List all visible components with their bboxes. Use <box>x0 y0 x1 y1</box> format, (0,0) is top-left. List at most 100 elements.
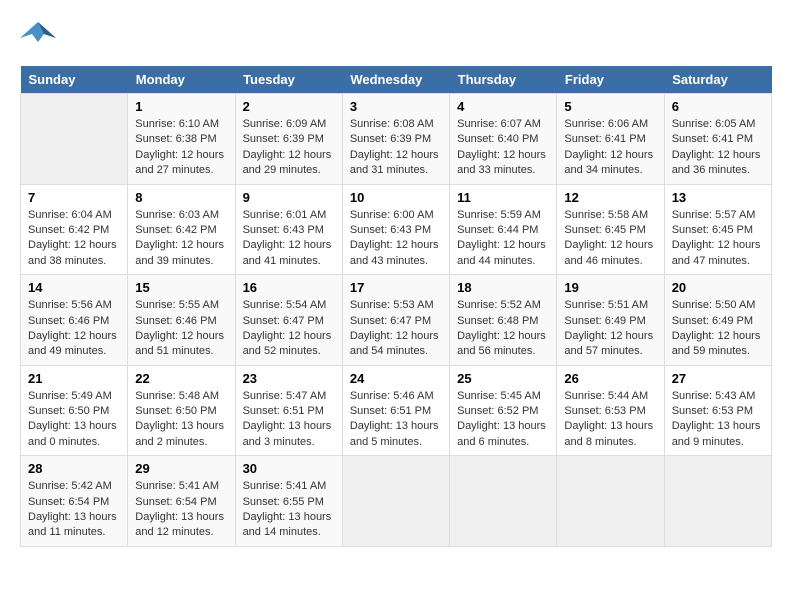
day-info: Sunrise: 5:47 AM Sunset: 6:51 PM Dayligh… <box>243 389 335 451</box>
day-header-sunday: Sunday <box>21 66 128 94</box>
calendar-cell: 28 Sunrise: 5:42 AM Sunset: 6:54 PM Dayli… <box>21 456 128 547</box>
calendar-week-3: 14Sunrise: 5:56 AM Sunset: 6:46 PM Dayli… <box>21 275 772 366</box>
calendar-cell: 9 Sunrise: 6:01 AM Sunset: 6:43 PM Daylig… <box>235 184 342 275</box>
day-number: 23 <box>243 371 335 386</box>
day-info: Sunrise: 6:09 AM Sunset: 6:39 PM Dayligh… <box>243 117 335 179</box>
calendar-week-5: 28 Sunrise: 5:42 AM Sunset: 6:54 PM Dayli… <box>21 456 772 547</box>
day-number: 19 <box>564 280 656 295</box>
calendar-cell: 18 Sunrise: 5:52 AM Sunset: 6:48 PM Dayli… <box>450 275 557 366</box>
calendar-week-1: 1 Sunrise: 6:10 AM Sunset: 6:38 PM Daylig… <box>21 94 772 185</box>
day-number: 18 <box>457 280 549 295</box>
day-info: Sunrise: 6:07 AM Sunset: 6:40 PM Dayligh… <box>457 117 549 179</box>
day-info: Sunrise: 5:58 AM Sunset: 6:45 PM Dayligh… <box>564 208 656 270</box>
calendar-table: SundayMondayTuesdayWednesdayThursdayFrid… <box>20 66 772 547</box>
calendar-header-row: SundayMondayTuesdayWednesdayThursdayFrid… <box>21 66 772 94</box>
day-header-tuesday: Tuesday <box>235 66 342 94</box>
calendar-cell: 3 Sunrise: 6:08 AM Sunset: 6:39 PM Daylig… <box>342 94 449 185</box>
calendar-cell: 1 Sunrise: 6:10 AM Sunset: 6:38 PM Daylig… <box>128 94 235 185</box>
day-info: Sunrise: 5:41 AM Sunset: 6:54 PM Dayligh… <box>135 479 227 541</box>
day-number: 30 <box>243 461 335 476</box>
day-info: Sunrise: 5:57 AM Sunset: 6:45 PM Dayligh… <box>672 208 764 270</box>
calendar-cell: 16 Sunrise: 5:54 AM Sunset: 6:47 PM Dayli… <box>235 275 342 366</box>
calendar-cell: 25 Sunrise: 5:45 AM Sunset: 6:52 PM Dayli… <box>450 365 557 456</box>
day-info: Sunrise: 5:53 AM Sunset: 6:47 PM Dayligh… <box>350 298 442 360</box>
calendar-cell <box>450 456 557 547</box>
day-info: Sunrise: 5:52 AM Sunset: 6:48 PM Dayligh… <box>457 298 549 360</box>
calendar-cell: 26Sunrise: 5:44 AM Sunset: 6:53 PM Dayli… <box>557 365 664 456</box>
day-number: 28 <box>28 461 120 476</box>
calendar-cell: 19 Sunrise: 5:51 AM Sunset: 6:49 PM Dayli… <box>557 275 664 366</box>
calendar-cell: 15 Sunrise: 5:55 AM Sunset: 6:46 PM Dayli… <box>128 275 235 366</box>
calendar-cell: 27 Sunrise: 5:43 AM Sunset: 6:53 PM Dayli… <box>664 365 771 456</box>
day-number: 15 <box>135 280 227 295</box>
day-info: Sunrise: 5:56 AM Sunset: 6:46 PM Dayligh… <box>28 298 120 360</box>
day-info: Sunrise: 5:50 AM Sunset: 6:49 PM Dayligh… <box>672 298 764 360</box>
calendar-cell: 20 Sunrise: 5:50 AM Sunset: 6:49 PM Dayli… <box>664 275 771 366</box>
day-info: Sunrise: 6:10 AM Sunset: 6:38 PM Dayligh… <box>135 117 227 179</box>
day-info: Sunrise: 5:43 AM Sunset: 6:53 PM Dayligh… <box>672 389 764 451</box>
day-number: 1 <box>135 99 227 114</box>
calendar-cell <box>21 94 128 185</box>
day-number: 25 <box>457 371 549 386</box>
calendar-cell: 21 Sunrise: 5:49 AM Sunset: 6:50 PM Dayli… <box>21 365 128 456</box>
day-info: Sunrise: 5:42 AM Sunset: 6:54 PM Dayligh… <box>28 479 120 541</box>
day-number: 27 <box>672 371 764 386</box>
day-info: Sunrise: 6:04 AM Sunset: 6:42 PM Dayligh… <box>28 208 120 270</box>
logo-icon <box>20 20 56 50</box>
day-header-saturday: Saturday <box>664 66 771 94</box>
day-number: 8 <box>135 190 227 205</box>
day-header-thursday: Thursday <box>450 66 557 94</box>
calendar-cell: 30Sunrise: 5:41 AM Sunset: 6:55 PM Dayli… <box>235 456 342 547</box>
day-number: 21 <box>28 371 120 386</box>
day-info: Sunrise: 6:08 AM Sunset: 6:39 PM Dayligh… <box>350 117 442 179</box>
calendar-cell: 13 Sunrise: 5:57 AM Sunset: 6:45 PM Dayli… <box>664 184 771 275</box>
day-number: 29 <box>135 461 227 476</box>
calendar-cell: 5 Sunrise: 6:06 AM Sunset: 6:41 PM Daylig… <box>557 94 664 185</box>
day-number: 22 <box>135 371 227 386</box>
day-number: 5 <box>564 99 656 114</box>
day-number: 13 <box>672 190 764 205</box>
calendar-cell <box>664 456 771 547</box>
day-info: Sunrise: 5:59 AM Sunset: 6:44 PM Dayligh… <box>457 208 549 270</box>
day-info: Sunrise: 5:55 AM Sunset: 6:46 PM Dayligh… <box>135 298 227 360</box>
day-number: 9 <box>243 190 335 205</box>
day-number: 20 <box>672 280 764 295</box>
day-info: Sunrise: 5:44 AM Sunset: 6:53 PM Dayligh… <box>564 389 656 451</box>
day-info: Sunrise: 6:06 AM Sunset: 6:41 PM Dayligh… <box>564 117 656 179</box>
day-number: 10 <box>350 190 442 205</box>
day-number: 2 <box>243 99 335 114</box>
day-number: 24 <box>350 371 442 386</box>
day-info: Sunrise: 5:49 AM Sunset: 6:50 PM Dayligh… <box>28 389 120 451</box>
day-number: 6 <box>672 99 764 114</box>
day-info: Sunrise: 5:46 AM Sunset: 6:51 PM Dayligh… <box>350 389 442 451</box>
day-info: Sunrise: 6:03 AM Sunset: 6:42 PM Dayligh… <box>135 208 227 270</box>
day-number: 3 <box>350 99 442 114</box>
calendar-cell: 2 Sunrise: 6:09 AM Sunset: 6:39 PM Daylig… <box>235 94 342 185</box>
day-info: Sunrise: 5:48 AM Sunset: 6:50 PM Dayligh… <box>135 389 227 451</box>
day-number: 7 <box>28 190 120 205</box>
day-info: Sunrise: 6:00 AM Sunset: 6:43 PM Dayligh… <box>350 208 442 270</box>
logo <box>20 20 60 50</box>
day-header-monday: Monday <box>128 66 235 94</box>
calendar-cell: 22 Sunrise: 5:48 AM Sunset: 6:50 PM Dayli… <box>128 365 235 456</box>
day-number: 12 <box>564 190 656 205</box>
day-info: Sunrise: 5:51 AM Sunset: 6:49 PM Dayligh… <box>564 298 656 360</box>
day-number: 11 <box>457 190 549 205</box>
day-number: 17 <box>350 280 442 295</box>
calendar-cell: 11 Sunrise: 5:59 AM Sunset: 6:44 PM Dayli… <box>450 184 557 275</box>
day-number: 16 <box>243 280 335 295</box>
day-info: Sunrise: 6:01 AM Sunset: 6:43 PM Dayligh… <box>243 208 335 270</box>
calendar-cell: 8 Sunrise: 6:03 AM Sunset: 6:42 PM Daylig… <box>128 184 235 275</box>
calendar-cell: 4 Sunrise: 6:07 AM Sunset: 6:40 PM Daylig… <box>450 94 557 185</box>
calendar-cell <box>557 456 664 547</box>
calendar-cell: 10 Sunrise: 6:00 AM Sunset: 6:43 PM Dayli… <box>342 184 449 275</box>
day-header-wednesday: Wednesday <box>342 66 449 94</box>
day-info: Sunrise: 5:54 AM Sunset: 6:47 PM Dayligh… <box>243 298 335 360</box>
calendar-cell: 24 Sunrise: 5:46 AM Sunset: 6:51 PM Dayli… <box>342 365 449 456</box>
day-info: Sunrise: 5:45 AM Sunset: 6:52 PM Dayligh… <box>457 389 549 451</box>
calendar-week-4: 21 Sunrise: 5:49 AM Sunset: 6:50 PM Dayli… <box>21 365 772 456</box>
day-number: 4 <box>457 99 549 114</box>
calendar-cell: 23 Sunrise: 5:47 AM Sunset: 6:51 PM Dayli… <box>235 365 342 456</box>
calendar-cell: 6Sunrise: 6:05 AM Sunset: 6:41 PM Daylig… <box>664 94 771 185</box>
calendar-cell: 14Sunrise: 5:56 AM Sunset: 6:46 PM Dayli… <box>21 275 128 366</box>
